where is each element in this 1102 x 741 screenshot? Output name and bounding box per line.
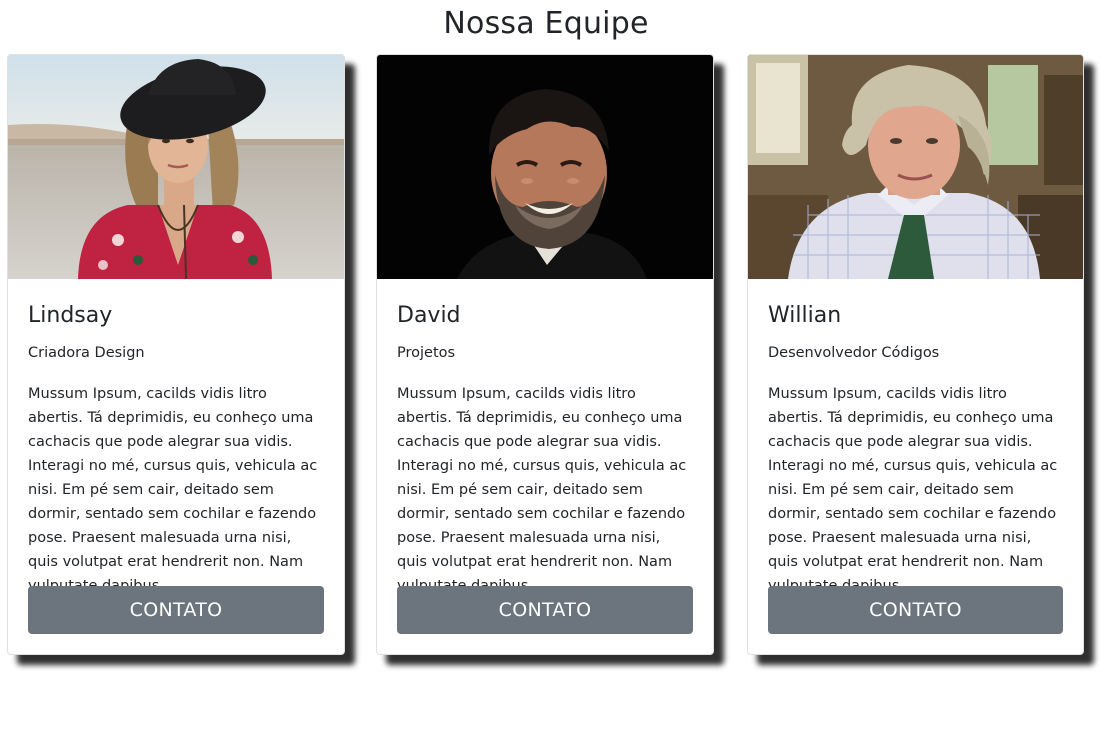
member-role: Desenvolvedor Códigos <box>768 345 940 361</box>
member-bio: Mussum Ipsum, cacilds vidis litro aberti… <box>28 386 318 594</box>
profile-photo <box>8 55 344 279</box>
member-bio: Mussum Ipsum, cacilds vidis litro aberti… <box>768 386 1058 594</box>
page-title: Nossa Equipe <box>443 6 649 41</box>
profile-photo <box>748 55 1083 279</box>
contact-button[interactable]: CONTATO <box>768 586 1063 634</box>
contact-button[interactable]: CONTATO <box>397 586 693 634</box>
member-name: Willian <box>768 303 842 328</box>
member-role: Criadora Design <box>28 345 145 361</box>
team-card-david: David Projetos Mussum Ipsum, cacilds vid… <box>376 54 714 655</box>
contact-button[interactable]: CONTATO <box>28 586 324 634</box>
team-card-lindsay: Lindsay Criadora Design Mussum Ipsum, ca… <box>7 54 345 655</box>
profile-photo <box>377 55 713 279</box>
member-name: Lindsay <box>28 303 113 328</box>
member-bio: Mussum Ipsum, cacilds vidis litro aberti… <box>397 386 687 594</box>
member-name: David <box>397 303 461 328</box>
member-role: Projetos <box>397 345 456 361</box>
team-card-willian: Willian Desenvolvedor Códigos Mussum Ips… <box>747 54 1084 655</box>
